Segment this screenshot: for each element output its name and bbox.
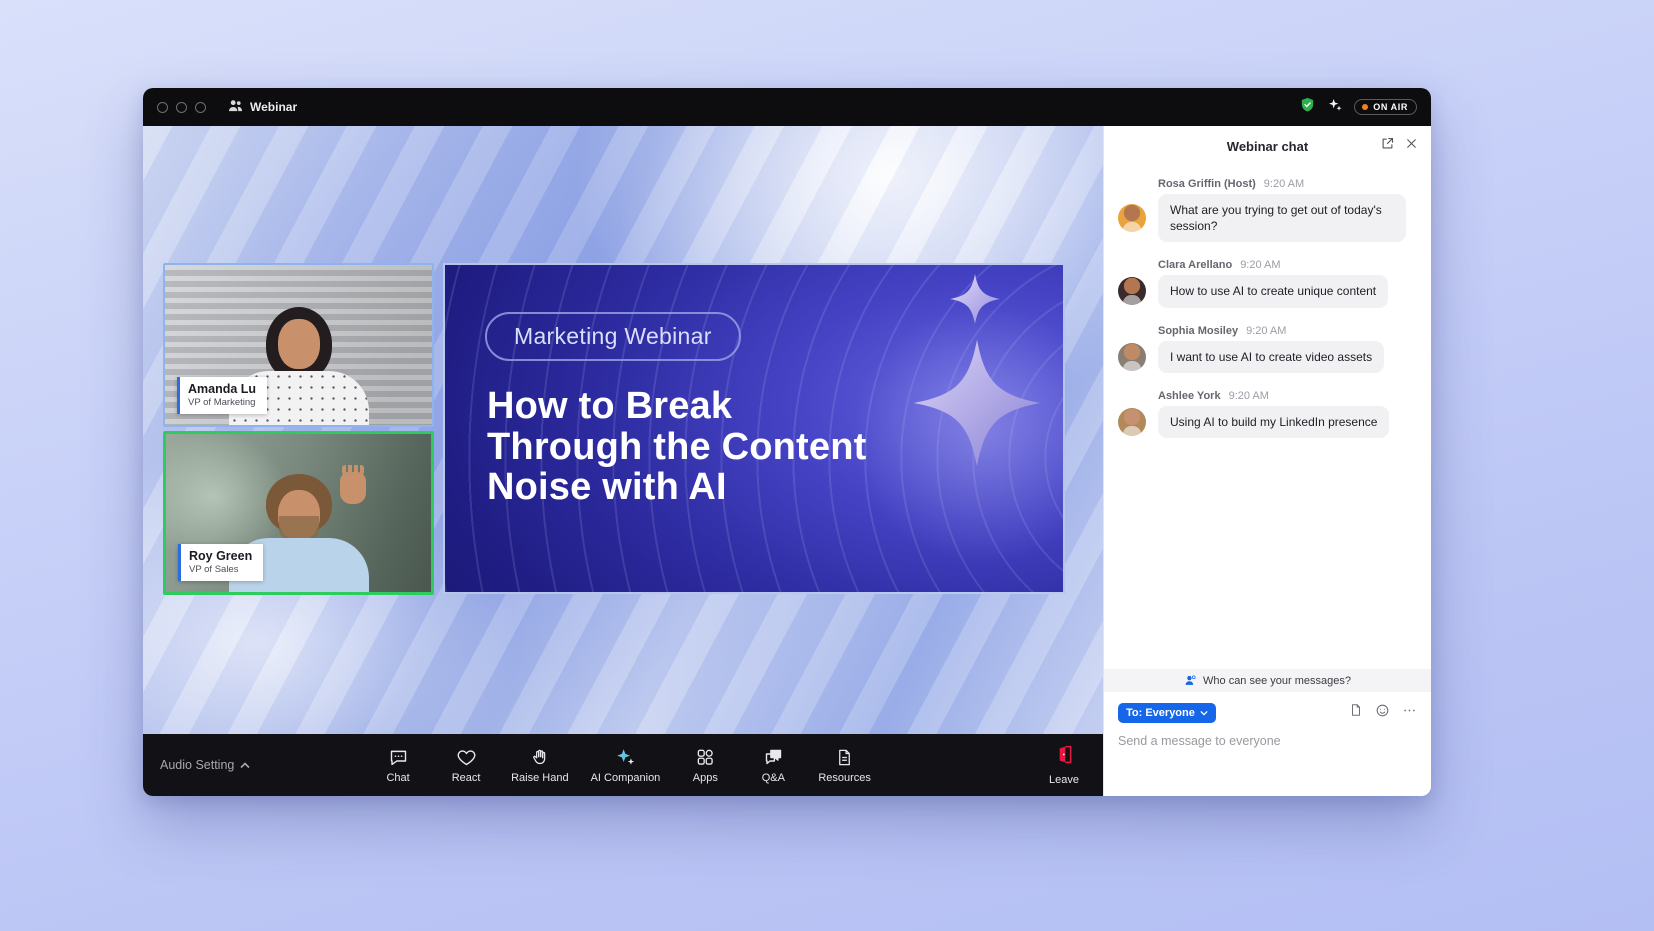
attach-file-icon[interactable] — [1349, 702, 1363, 723]
apps-icon — [695, 746, 715, 768]
leave-button-label: Leave — [1049, 774, 1079, 786]
slide-star-shape-large — [911, 337, 1043, 474]
message-input[interactable] — [1118, 734, 1417, 748]
video-tile-roy-green[interactable]: Roy Green VP of Sales — [163, 431, 434, 595]
chevron-up-icon — [240, 762, 250, 769]
window-title-text: Webinar — [250, 100, 297, 114]
window-title: Webinar — [228, 99, 297, 115]
slide-title: How to Break Through the Content Noise w… — [487, 386, 867, 508]
raise-hand-button-label: Raise Hand — [511, 772, 568, 784]
more-options-icon[interactable] — [1402, 703, 1417, 723]
chat-button-label: Chat — [386, 772, 409, 784]
message-bubble: What are you trying to get out of today'… — [1158, 194, 1406, 242]
participant-role: VP of Marketing — [188, 397, 256, 408]
resources-button[interactable]: Resources — [812, 742, 877, 788]
webinar-app-window: Webinar ON AIR — [143, 88, 1431, 796]
react-button-label: React — [452, 772, 481, 784]
participant-name: Roy Green — [189, 549, 252, 563]
on-air-label: ON AIR — [1373, 102, 1408, 112]
close-icon[interactable] — [1405, 137, 1418, 155]
leave-door-icon — [1054, 744, 1075, 770]
webinar-stage: Amanda Lu VP of Marketing Roy Green VP o… — [143, 126, 1103, 734]
chevron-down-icon — [1200, 710, 1208, 716]
message-bubble: How to use AI to create unique content — [1158, 275, 1388, 307]
chat-button[interactable]: Chat — [369, 742, 427, 788]
slide-star-shape-small — [949, 273, 1001, 330]
avatar — [1118, 343, 1146, 371]
apps-button-label: Apps — [693, 772, 718, 784]
audio-setting-button[interactable]: Audio Setting — [160, 758, 250, 772]
privacy-person-icon — [1184, 674, 1197, 687]
shared-screen-slide: Marketing Webinar How to Break Through t… — [443, 263, 1065, 594]
resources-button-label: Resources — [818, 772, 871, 784]
chat-message: Ashlee York 9:20 AM Using AI to build my… — [1118, 390, 1417, 438]
participant-tiles: Amanda Lu VP of Marketing Roy Green VP o… — [163, 263, 434, 599]
qa-icon — [763, 746, 784, 768]
slide-title-line-1: How to Break — [487, 386, 867, 427]
message-author: Ashlee York — [1158, 390, 1221, 402]
toolbar-button-group: Chat React — [369, 742, 877, 788]
qa-button-label: Q&A — [762, 772, 785, 784]
raise-hand-icon — [530, 746, 550, 768]
message-time: 9:20 AM — [1240, 259, 1280, 271]
ai-sparkle-icon — [614, 746, 636, 768]
to-everyone-label: To: Everyone — [1126, 707, 1195, 719]
audio-setting-label: Audio Setting — [160, 758, 234, 772]
message-time: 9:20 AM — [1229, 390, 1269, 402]
participant-name: Amanda Lu — [188, 382, 256, 396]
title-bar: Webinar ON AIR — [143, 88, 1431, 126]
slide-badge: Marketing Webinar — [485, 312, 741, 361]
message-author: Clara Arellano — [1158, 259, 1232, 271]
apps-button[interactable]: Apps — [676, 742, 734, 788]
privacy-note-text: Who can see your messages? — [1203, 675, 1351, 687]
slide-title-line-2: Through the Content — [487, 427, 867, 468]
qa-button[interactable]: Q&A — [744, 742, 802, 788]
message-author: Sophia Mosiley — [1158, 325, 1238, 337]
chat-message-list[interactable]: Rosa Griffin (Host) 9:20 AM What are you… — [1104, 166, 1431, 669]
ai-companion-button-label: AI Companion — [591, 772, 661, 784]
to-everyone-selector[interactable]: To: Everyone — [1118, 703, 1216, 723]
message-time: 9:20 AM — [1264, 178, 1304, 190]
meeting-toolbar: Audio Setting Chat — [143, 734, 1103, 796]
chat-message: Clara Arellano 9:20 AM How to use AI to … — [1118, 259, 1417, 307]
chat-composer: To: Everyone — [1104, 692, 1431, 796]
participant-role: VP of Sales — [189, 564, 252, 575]
webinar-chat-panel: Webinar chat Rosa Griffin (Host) — [1103, 126, 1431, 796]
nametag-roy: Roy Green VP of Sales — [178, 544, 263, 581]
ai-companion-button[interactable]: AI Companion — [585, 742, 667, 788]
avatar — [1118, 204, 1146, 232]
slide-title-line-3: Noise with AI — [487, 467, 867, 508]
privacy-note[interactable]: Who can see your messages? — [1104, 669, 1431, 692]
chat-title: Webinar chat — [1227, 139, 1308, 154]
on-air-dot — [1362, 104, 1368, 110]
message-bubble: I want to use AI to create video assets — [1158, 341, 1384, 373]
chat-message: Rosa Griffin (Host) 9:20 AM What are you… — [1118, 178, 1417, 242]
avatar — [1118, 408, 1146, 436]
window-controls — [157, 102, 206, 113]
security-shield-icon[interactable] — [1299, 96, 1316, 119]
chat-message: Sophia Mosiley 9:20 AM I want to use AI … — [1118, 325, 1417, 373]
message-time: 9:20 AM — [1246, 325, 1286, 337]
chat-icon — [388, 746, 409, 768]
emoji-icon[interactable] — [1375, 703, 1390, 723]
pop-out-icon[interactable] — [1380, 136, 1395, 156]
message-bubble: Using AI to build my LinkedIn presence — [1158, 406, 1389, 438]
ai-companion-titlebar-icon[interactable] — [1327, 97, 1343, 118]
message-author: Rosa Griffin (Host) — [1158, 178, 1256, 190]
video-tile-amanda-lu[interactable]: Amanda Lu VP of Marketing — [163, 263, 434, 427]
raise-hand-button[interactable]: Raise Hand — [505, 742, 574, 788]
nametag-amanda: Amanda Lu VP of Marketing — [177, 377, 267, 414]
resources-icon — [835, 746, 854, 768]
webinar-people-icon — [228, 99, 243, 115]
on-air-badge: ON AIR — [1354, 99, 1417, 115]
react-button[interactable]: React — [437, 742, 495, 788]
chat-header: Webinar chat — [1104, 126, 1431, 166]
window-minimize-button[interactable] — [176, 102, 187, 113]
window-maximize-button[interactable] — [195, 102, 206, 113]
leave-button[interactable]: Leave — [1049, 744, 1079, 786]
heart-icon — [456, 746, 477, 768]
avatar — [1118, 277, 1146, 305]
window-close-button[interactable] — [157, 102, 168, 113]
